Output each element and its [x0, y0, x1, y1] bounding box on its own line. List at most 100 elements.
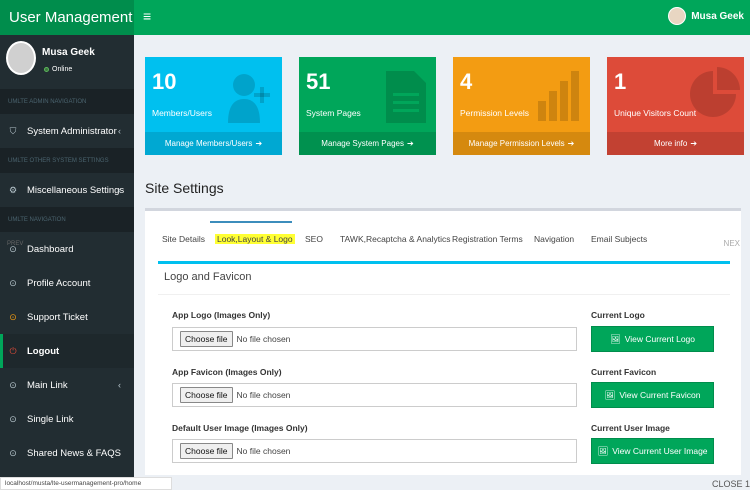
stat-box-pages: 51 System Pages Manage System Pages ➔ — [299, 57, 436, 155]
sidebar-item-dashboard[interactable]: ⊙ Dashboard — [0, 232, 134, 266]
user-menu-name: Musa Geek — [691, 10, 744, 22]
button-label: View Current Favicon — [619, 390, 701, 400]
tab-seo[interactable]: SEO — [305, 234, 323, 244]
sidebar-item-label: Dashboard — [27, 243, 74, 255]
stat-label: System Pages — [306, 108, 361, 118]
circle-icon: ⊙ — [9, 413, 17, 424]
image-icon: 🖼 — [609, 333, 621, 344]
page-title: Site Settings — [145, 180, 224, 196]
sidebar-item-shared-news-faqs[interactable]: ⊙ Shared News & FAQS — [0, 436, 134, 470]
close-tag[interactable]: CLOSE 1 — [712, 479, 750, 489]
view-current-logo-button[interactable]: 🖼 View Current Logo — [591, 326, 714, 352]
sidebar-item-miscellaneous-settings[interactable]: ⚙ Miscellaneous Settings ‹ — [0, 173, 134, 207]
user-menu[interactable]: Musa Geek — [668, 7, 744, 25]
divider — [158, 294, 730, 295]
stat-footer-link[interactable]: More info ➔ — [607, 132, 744, 155]
app-logo[interactable]: User Management — [0, 0, 134, 35]
stat-footer-link[interactable]: Manage Permission Levels ➔ — [453, 132, 590, 155]
sidebar-user-name: Musa Geek — [42, 47, 95, 58]
user-status: Online — [44, 66, 72, 73]
stat-footer-label: Manage System Pages — [321, 139, 404, 148]
tab-email-subjects[interactable]: Email Subjects — [591, 234, 647, 244]
user-status-label: Online — [52, 66, 73, 73]
stat-footer-label: Manage Members/Users — [164, 139, 253, 148]
arrow-circle-right-icon: ➔ — [690, 139, 698, 148]
chevron-left-icon: ‹ — [118, 126, 121, 136]
sidebar-item-single-link[interactable]: ⊙ Single Link — [0, 402, 134, 436]
app-logo-file-input[interactable]: Choose file No file chosen — [172, 327, 577, 351]
current-logo-label: Current Logo — [591, 310, 645, 320]
choose-file-button[interactable]: Choose file — [180, 331, 233, 347]
browser-status-url: localhost/musta/lte-usermanagement-pro/h… — [0, 477, 172, 490]
default-user-image-file-input[interactable]: Choose file No file chosen — [172, 439, 577, 463]
stat-number: 4 — [460, 69, 473, 94]
app-favicon-file-input[interactable]: Choose file No file chosen — [172, 383, 577, 407]
choose-file-button[interactable]: Choose file — [180, 387, 233, 403]
view-current-favicon-button[interactable]: 🖼 View Current Favicon — [591, 382, 714, 408]
image-icon: 🖼 — [597, 445, 609, 456]
app-favicon-label: App Favicon (Images Only) — [172, 367, 282, 377]
sidebar-item-label: Main Link — [27, 379, 68, 391]
circle-icon: ⊙ — [9, 447, 17, 458]
stat-box-visitors: 1 Unique Visitors Count More info ➔ — [607, 57, 744, 155]
stat-number: 1 — [614, 69, 627, 94]
user-plus-icon — [228, 74, 270, 123]
sidebar-item-label: Shared News & FAQS — [27, 447, 121, 459]
settings-tabs: Site Details Look,Layout & Logo SEO TAWK… — [145, 211, 741, 261]
sidebar-item-logout[interactable]: ⏻ Logout — [0, 334, 134, 368]
top-navbar: ≡ Musa Geek — [134, 0, 750, 35]
next-tag[interactable]: NEX — [724, 239, 740, 248]
power-icon: ⏻ — [9, 345, 17, 356]
circle-icon: ⊙ — [9, 379, 17, 390]
circle-icon: ⊙ — [9, 277, 17, 288]
choose-file-button[interactable]: Choose file — [180, 443, 233, 459]
arrow-circle-right-icon: ➔ — [255, 139, 263, 148]
settings-panel: Site Details Look,Layout & Logo SEO TAWK… — [145, 208, 741, 475]
user-panel: Musa Geek Online — [0, 35, 134, 89]
stat-box-members: 10 Members/Users Manage Members/Users ➔ — [145, 57, 282, 155]
stat-footer-link[interactable]: Manage System Pages ➔ — [299, 132, 436, 155]
arrow-circle-right-icon: ➔ — [407, 139, 414, 148]
section-header-admin: UMLTE ADMIN NAVIGATION — [0, 89, 134, 114]
tab-tawk-recaptcha-analytics[interactable]: TAWK,Recaptcha & Analytics — [340, 234, 451, 244]
shield-icon: ⛉ — [9, 125, 17, 136]
tab-registration-terms[interactable]: Registration Terms — [452, 234, 523, 244]
tab-look-layout-logo[interactable]: Look,Layout & Logo — [215, 234, 295, 244]
stat-footer-link[interactable]: Manage Members/Users ➔ — [145, 132, 282, 155]
prev-tag[interactable]: PREV — [7, 241, 23, 247]
avatar — [668, 7, 687, 25]
sidebar-item-label: Support Ticket — [27, 311, 88, 323]
button-label: View Current Logo — [624, 334, 696, 344]
stat-number: 10 — [152, 69, 177, 94]
tab-site-details[interactable]: Site Details — [162, 234, 205, 244]
file-status: No file chosen — [236, 446, 291, 456]
sidebar-item-profile-account[interactable]: ⊙ Profile Account — [0, 266, 134, 300]
stat-label: Members/Users — [152, 108, 212, 118]
app-title: User Management — [9, 9, 133, 26]
default-user-image-label: Default User Image (Images Only) — [172, 423, 308, 433]
section-title: Logo and Favicon — [164, 271, 252, 283]
stat-box-permissions: 4 Permission Levels Manage Permission Le… — [453, 57, 590, 155]
image-icon: 🖼 — [604, 389, 616, 400]
current-favicon-label: Current Favicon — [591, 367, 657, 377]
stat-label: Permission Levels — [460, 108, 529, 118]
circle-icon: ⊙ — [9, 311, 17, 322]
file-status: No file chosen — [236, 334, 291, 344]
cogs-icon: ⚙ — [8, 184, 18, 195]
file-status: No file chosen — [236, 390, 291, 400]
sidebar-item-main-link[interactable]: ⊙ Main Link ‹ — [0, 368, 134, 402]
menu-toggle-icon[interactable]: ≡ — [143, 8, 151, 24]
sidebar-item-support-ticket[interactable]: ⊙ Support Ticket — [0, 300, 134, 334]
current-user-image-label: Current User Image — [591, 423, 670, 433]
button-label: View Current User Image — [612, 446, 708, 456]
sidebar: Musa Geek Online UMLTE ADMIN NAVIGATION … — [0, 35, 134, 490]
active-tab-indicator — [210, 221, 292, 223]
bar-chart-icon — [538, 71, 579, 121]
view-current-user-image-button[interactable]: 🖼 View Current User Image — [591, 438, 714, 464]
arrow-circle-right-icon: ➔ — [567, 139, 575, 148]
online-dot-icon — [44, 67, 49, 72]
sidebar-item-system-administrator[interactable]: ⛉ System Administrator ‹ — [0, 114, 134, 148]
sidebar-item-label: Logout — [27, 345, 60, 357]
tab-navigation[interactable]: Navigation — [534, 234, 574, 244]
section-header-other: UMLTE OTHER SYSTEM SETTINGS — [0, 148, 134, 173]
